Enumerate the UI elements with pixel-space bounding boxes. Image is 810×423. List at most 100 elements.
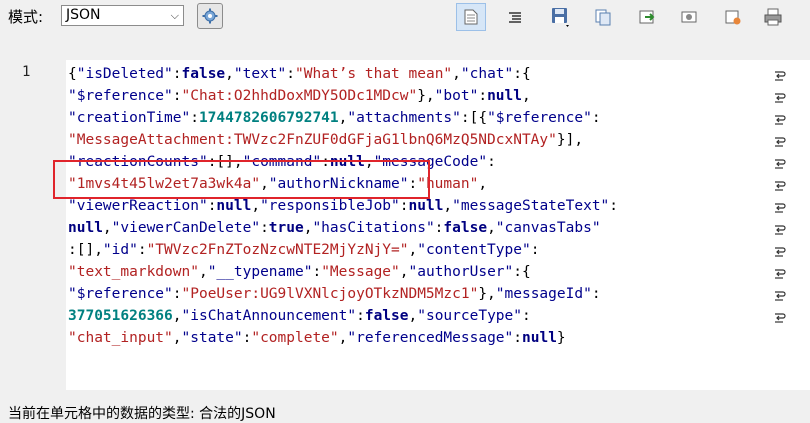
code-token: :[{: [460, 110, 488, 126]
code-token: false: [443, 220, 488, 236]
export-button[interactable]: [632, 3, 662, 31]
code-line: 377051626366,"isChatAnnouncement":false,…: [68, 305, 768, 327]
code-token: "viewerReaction": [68, 198, 208, 214]
compact-icon: [509, 12, 521, 23]
json-editor[interactable]: 1 {"isDeleted":false,"text":"What’s that…: [0, 60, 810, 390]
code-token: :: [478, 88, 488, 104]
code-token: "$reference": [68, 88, 173, 104]
code-token: "$reference": [68, 286, 173, 302]
code-token: ,: [172, 330, 182, 346]
code-token: "referencedMessage": [347, 330, 514, 346]
code-token: null: [487, 88, 522, 104]
toolbar: 模式: JSON ⌵: [0, 0, 810, 36]
code-token: "messageId": [495, 286, 592, 302]
mode-select[interactable]: JSON ⌵: [61, 5, 184, 26]
code-area[interactable]: {"isDeleted":false,"text":"What’s that m…: [68, 63, 768, 349]
code-token: }],: [556, 132, 584, 148]
code-token: "authorUser": [408, 264, 514, 280]
code-token: "state": [181, 330, 243, 346]
code-line: "$reference": "PoeUser:UG9lVXNlcjoyOTkzND…: [68, 283, 768, 305]
code-token: "complete": [251, 330, 339, 346]
chevron-down-icon: ⌵: [170, 9, 179, 22]
code-token: "hasCitations": [312, 220, 435, 236]
settings-button[interactable]: [197, 3, 223, 29]
code-token: "bot": [434, 88, 479, 104]
code-token: :: [172, 88, 182, 104]
code-token: "canvasTabs": [495, 220, 601, 236]
code-token: :: [190, 110, 199, 126]
wrap-arrow-icon: [770, 219, 790, 241]
wrap-arrow-icon: [770, 307, 790, 329]
mode-label: 模式:: [8, 8, 44, 26]
wrap-indicators: [770, 65, 790, 329]
export-icon: [639, 10, 655, 24]
format-icon: [464, 9, 478, 25]
code-token: :[],: [68, 242, 103, 258]
code-token: "$reference": [487, 110, 592, 126]
code-token: false: [364, 308, 409, 324]
code-token: 377051626366: [68, 308, 173, 324]
code-token: 1744782606792741: [198, 110, 339, 126]
code-token: ,: [478, 176, 488, 192]
record-button[interactable]: [718, 3, 748, 31]
compact-button[interactable]: [500, 3, 530, 31]
code-token: "isDeleted": [76, 66, 173, 82]
code-line: "text_markdown","__typename":"Message","…: [68, 261, 768, 283]
code-token: "sourceType": [417, 308, 522, 324]
copy-button[interactable]: [588, 3, 618, 31]
wrap-arrow-icon: [770, 263, 790, 285]
code-token: null: [408, 198, 444, 214]
code-line: {"isDeleted":false,"text":"What’s that m…: [68, 63, 768, 85]
image-icon: [681, 11, 697, 23]
code-token: "id": [102, 242, 138, 258]
wrap-arrow-icon: [770, 87, 790, 109]
wrap-arrow-icon: [770, 65, 790, 87]
code-token: ,: [443, 198, 453, 214]
wrap-arrow-icon: [770, 131, 790, 153]
code-token: :: [356, 308, 365, 324]
code-token: "contentType": [417, 242, 531, 258]
code-line: "chat_input","state":"complete","referen…: [68, 327, 768, 349]
code-token: ,: [408, 308, 418, 324]
code-token: "responsibleJob": [260, 198, 400, 214]
code-token: ,: [198, 264, 208, 280]
line-gutter: 1: [0, 60, 66, 390]
code-token: :: [487, 154, 496, 170]
print-button[interactable]: [758, 3, 788, 31]
code-token: "messageStateText": [452, 198, 610, 214]
code-token: ,: [172, 308, 182, 324]
code-line: "$reference":"Chat:O2hhdDoxMDY5ODc1MDcw"…: [68, 85, 768, 107]
wrap-arrow-icon: [770, 197, 790, 219]
code-token: "text": [233, 66, 287, 82]
record-icon: [725, 10, 741, 25]
code-token: :: [609, 198, 619, 214]
code-token: "attachments": [347, 110, 461, 126]
save-button[interactable]: [546, 3, 576, 31]
code-token: "Chat:O2hhdDoxMDY5ODc1MDcw": [181, 88, 418, 104]
code-token: :: [530, 242, 540, 258]
code-token: :: [522, 308, 531, 324]
code-token: :: [513, 330, 522, 346]
code-token: },: [478, 286, 496, 302]
code-token: false: [181, 66, 226, 82]
code-token: "PoeUser:UG9lVXNlcjoyOTkzNDM5Mzc1": [181, 286, 479, 302]
code-token: true: [268, 220, 304, 236]
code-token: },: [417, 88, 435, 104]
code-token: ,: [521, 88, 531, 104]
code-token: :: [399, 198, 409, 214]
format-button[interactable]: [456, 3, 486, 31]
code-token: ,: [251, 198, 261, 214]
wrap-arrow-icon: [770, 241, 790, 263]
wrap-arrow-icon: [770, 153, 790, 175]
code-token: ,: [102, 220, 112, 236]
code-token: "What’s that mean": [295, 66, 453, 82]
code-token: :: [591, 110, 601, 126]
image-button[interactable]: [674, 3, 704, 31]
code-token: :: [591, 286, 601, 302]
code-token: "text_markdown": [68, 264, 199, 280]
status-text: 当前在单元格中的数据的类型: 合法的JSON: [8, 406, 276, 422]
copy-icon: [595, 9, 611, 26]
code-line: "MessageAttachment:TWVzc2FnZUF0dGFjaG1lb…: [68, 129, 768, 151]
save-icon: [552, 8, 569, 27]
wrap-arrow-icon: [770, 109, 790, 131]
